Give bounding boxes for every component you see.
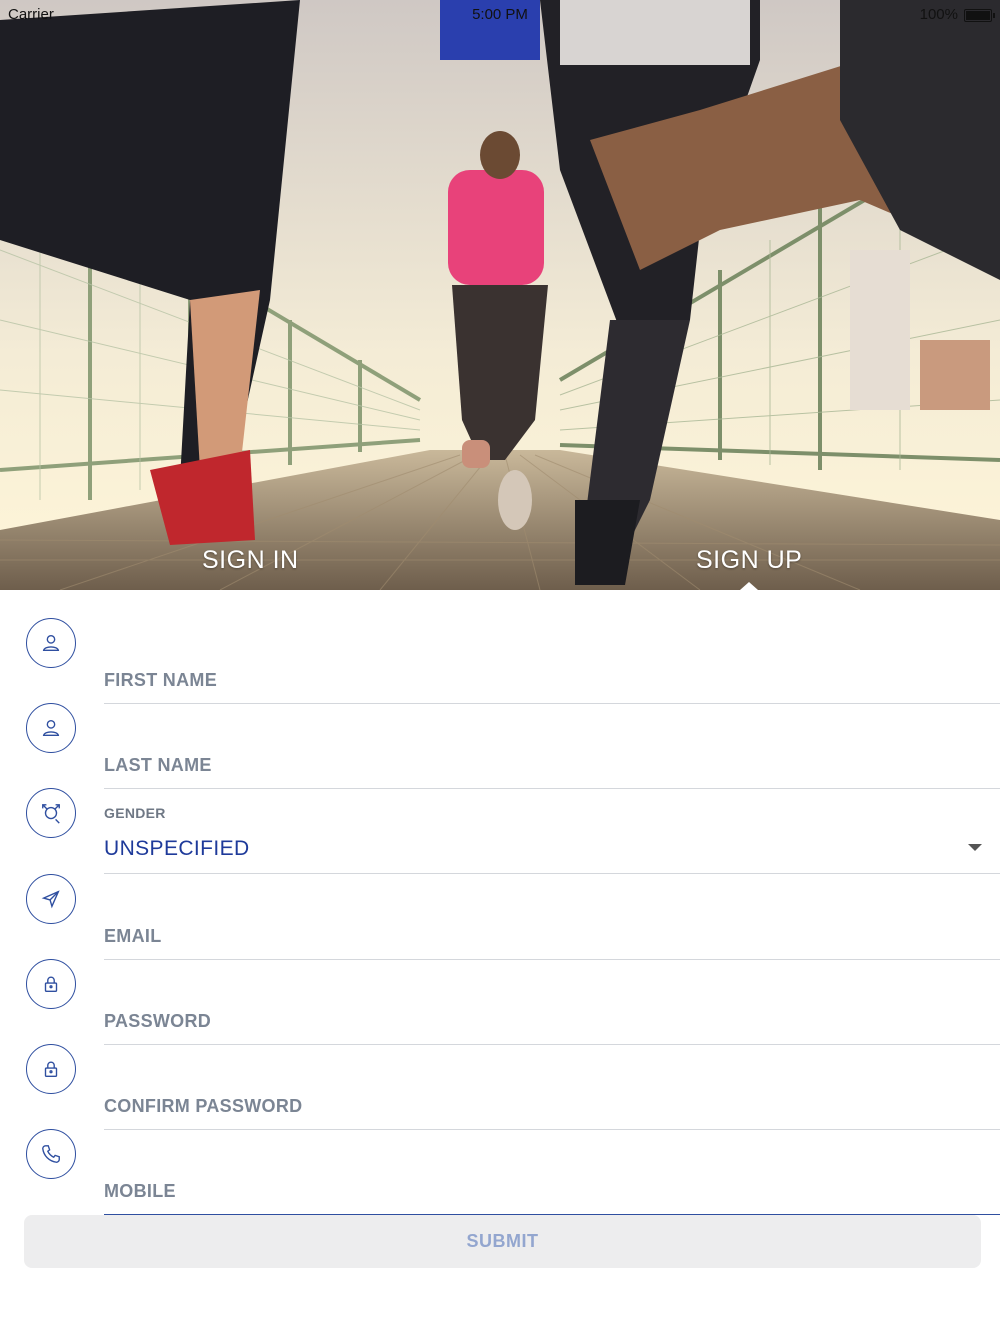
tab-sign-in[interactable]: SIGN IN bbox=[202, 546, 299, 575]
gender-select[interactable]: GENDER UNSPECIFIED bbox=[104, 788, 1000, 874]
password-row: PASSWORD bbox=[0, 959, 1000, 1045]
gender-row: GENDER UNSPECIFIED bbox=[0, 788, 1000, 874]
email-row: EMAIL bbox=[0, 874, 1000, 960]
password-placeholder: PASSWORD bbox=[104, 1011, 212, 1031]
gender-value: UNSPECIFIED bbox=[104, 837, 250, 860]
battery-icon bbox=[964, 9, 995, 22]
chevron-down-icon[interactable] bbox=[968, 844, 982, 851]
confirm-password-field[interactable]: CONFIRM PASSWORD bbox=[104, 1044, 1000, 1130]
status-bar: Carrier 5:00 PM 100% bbox=[0, 0, 1000, 28]
user-icon bbox=[26, 618, 76, 668]
first-name-field[interactable]: FIRST NAME bbox=[104, 618, 1000, 704]
last-name-field[interactable]: LAST NAME bbox=[104, 703, 1000, 789]
confirm-password-row: CONFIRM PASSWORD bbox=[0, 1044, 1000, 1130]
send-icon bbox=[26, 874, 76, 924]
status-time: 5:00 PM bbox=[472, 6, 528, 23]
phone-icon bbox=[26, 1129, 76, 1179]
active-tab-indicator bbox=[740, 582, 758, 590]
email-field[interactable]: EMAIL bbox=[104, 874, 1000, 960]
battery-percent: 100% bbox=[919, 6, 958, 23]
mobile-placeholder: MOBILE bbox=[104, 1181, 176, 1201]
lock-icon bbox=[26, 1044, 76, 1094]
first-name-row: FIRST NAME bbox=[0, 618, 1000, 704]
email-placeholder: EMAIL bbox=[104, 926, 162, 946]
user-icon bbox=[26, 703, 76, 753]
tab-sign-up[interactable]: SIGN UP bbox=[696, 546, 802, 575]
gender-label: GENDER bbox=[104, 805, 166, 821]
last-name-placeholder: LAST NAME bbox=[104, 755, 212, 775]
gender-icon bbox=[26, 788, 76, 838]
lock-icon bbox=[26, 959, 76, 1009]
first-name-placeholder: FIRST NAME bbox=[104, 670, 217, 690]
password-field[interactable]: PASSWORD bbox=[104, 959, 1000, 1045]
hero-image: Carrier 5:00 PM 100% SIGN IN SIGN UP bbox=[0, 0, 1000, 590]
mobile-row: MOBILE bbox=[0, 1129, 1000, 1215]
mobile-field[interactable]: MOBILE bbox=[104, 1129, 1000, 1215]
last-name-row: LAST NAME bbox=[0, 703, 1000, 789]
runners-photo bbox=[0, 0, 1000, 590]
submit-button[interactable]: SUBMIT bbox=[24, 1215, 981, 1268]
confirm-password-placeholder: CONFIRM PASSWORD bbox=[104, 1096, 303, 1116]
